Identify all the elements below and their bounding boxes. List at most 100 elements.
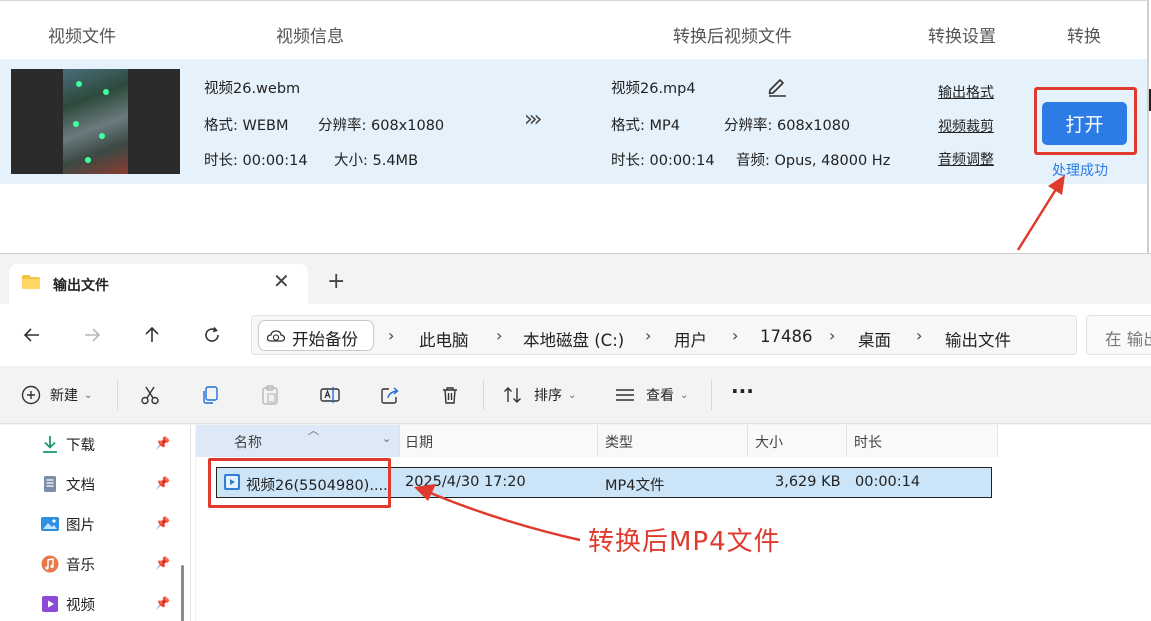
breadcrumb-chevron-icon: › xyxy=(916,326,923,345)
header-convert-settings: 转换设置 xyxy=(928,27,996,47)
new-button[interactable]: 新建 ⌄ xyxy=(20,383,92,407)
toolbar-divider xyxy=(711,380,712,410)
pin-icon[interactable]: 📌 xyxy=(155,516,170,530)
source-resolution: 分辨率: 608x1080 xyxy=(318,118,445,134)
sort-ascending-icon: ︿ xyxy=(308,424,319,437)
up-arrow-icon[interactable] xyxy=(139,322,165,348)
sidebar-item-music[interactable]: 音乐 📌 xyxy=(40,553,170,575)
sort-icon xyxy=(504,387,521,403)
chevron-down-icon[interactable]: ⌄ xyxy=(382,432,391,445)
source-size: 大小: 5.4MB xyxy=(334,153,419,169)
breadcrumb-this-pc[interactable]: 此电脑 xyxy=(419,327,469,351)
breadcrumb-users[interactable]: 用户 xyxy=(674,327,707,351)
column-divider[interactable] xyxy=(597,425,598,457)
sidebar-item-label: 下载 xyxy=(66,437,95,454)
open-button-highlight xyxy=(1034,87,1137,155)
search-input[interactable]: 在 输出 xyxy=(1086,315,1151,355)
breadcrumb-desktop[interactable]: 桌面 xyxy=(858,327,891,351)
video-crop-link[interactable]: 视频裁剪 xyxy=(938,116,994,136)
view-label: 查看 xyxy=(646,388,674,404)
breadcrumb-user-folder[interactable]: 17486 xyxy=(760,327,813,346)
view-button[interactable]: 查看 ⌄ xyxy=(614,383,688,407)
breadcrumb-chevron-icon: › xyxy=(645,326,652,345)
share-icon xyxy=(381,387,399,404)
sidebar-item-videos[interactable]: 视频 📌 xyxy=(40,593,170,615)
delete-button[interactable] xyxy=(439,383,461,407)
tab-output-folder[interactable]: 输出文件 ✕ xyxy=(9,264,308,304)
output-format-link[interactable]: 输出格式 xyxy=(938,82,994,102)
pin-icon[interactable]: 📌 xyxy=(155,596,170,610)
edit-icon[interactable] xyxy=(766,75,788,97)
sort-button[interactable]: 排序 ⌄ xyxy=(502,383,576,407)
sort-label: 排序 xyxy=(534,388,562,404)
sidebar-scrollbar[interactable] xyxy=(181,565,184,621)
column-divider[interactable] xyxy=(846,425,847,457)
column-header-type[interactable]: 类型 xyxy=(605,432,633,452)
annotation-label: 转换后MP4文件 xyxy=(588,527,781,557)
pin-icon[interactable]: 📌 xyxy=(155,436,170,450)
sidebar-item-label: 视频 xyxy=(66,597,95,614)
sidebar-item-downloads[interactable]: 下载 📌 xyxy=(40,433,170,455)
header-video-info: 视频信息 xyxy=(276,27,344,47)
video-thumbnail[interactable] xyxy=(11,69,180,174)
paste-button[interactable] xyxy=(259,383,281,407)
converter-window: 视频文件 视频信息 转换后视频文件 转换设置 转换 视频26.webm 格式: … xyxy=(0,0,1151,255)
column-header-row: ︿ 名称 ⌄ 日期 类型 大小 时长 xyxy=(196,424,998,457)
sidebar-item-documents[interactable]: 文档 📌 xyxy=(40,473,170,495)
chevron-down-icon: ⌄ xyxy=(680,389,689,401)
thumbnail-frame xyxy=(63,69,128,174)
column-header-duration[interactable]: 时长 xyxy=(854,432,882,452)
more-options-icon[interactable]: ··· xyxy=(731,379,754,403)
column-divider[interactable] xyxy=(399,425,400,457)
search-placeholder: 在 输出 xyxy=(1105,330,1151,349)
cut-button[interactable] xyxy=(139,383,161,407)
source-format: 格式: WEBM xyxy=(204,118,289,134)
breadcrumb-chevron-icon: › xyxy=(732,326,739,345)
column-divider[interactable] xyxy=(997,425,998,457)
breadcrumb-output-folder[interactable]: 输出文件 xyxy=(945,327,1011,351)
sidebar-item-label: 图片 xyxy=(66,517,95,534)
address-bar[interactable]: 开始备份 › 此电脑 › 本地磁盘 (C:) › 用户 › 17486 › 桌面… xyxy=(251,315,1077,355)
scissors-icon xyxy=(141,386,159,405)
copy-icon xyxy=(203,386,218,404)
converter-top-border xyxy=(0,0,1148,4)
forward-arrow-icon[interactable] xyxy=(79,322,105,348)
back-arrow-icon[interactable] xyxy=(19,322,45,348)
file-explorer-window: 输出文件 ✕ + 开始备份 › 此电脑 › 本地磁盘 (C:) › 用户 › 1… xyxy=(0,253,1151,621)
picture-icon xyxy=(41,517,59,531)
pin-icon[interactable]: 📌 xyxy=(155,556,170,570)
output-audio: 音频: Opus, 48000 Hz xyxy=(736,153,891,169)
toolbar-divider xyxy=(483,380,484,410)
share-button[interactable] xyxy=(379,383,401,407)
breadcrumb-local-disk[interactable]: 本地磁盘 (C:) xyxy=(523,327,624,351)
column-name-label: 名称 xyxy=(234,435,262,451)
close-icon[interactable]: ✕ xyxy=(273,269,290,293)
file-type: MP4文件 xyxy=(605,478,665,494)
cloud-backup-icon xyxy=(267,330,285,342)
column-header-name[interactable] xyxy=(196,425,399,457)
copy-button[interactable] xyxy=(199,383,221,407)
column-header-date[interactable]: 日期 xyxy=(405,432,433,452)
status-success: 处理成功 xyxy=(1052,163,1108,179)
audio-adjust-link[interactable]: 音频调整 xyxy=(938,149,994,169)
output-duration: 时长: 00:00:14 xyxy=(611,153,715,169)
output-filename: 视频26.mp4 xyxy=(611,81,696,97)
pin-icon[interactable]: 📌 xyxy=(155,476,170,490)
document-icon xyxy=(44,476,56,492)
conversion-row[interactable]: 视频26.webm 格式: WEBM 分辨率: 608x1080 时长: 00:… xyxy=(0,59,1147,184)
column-divider[interactable] xyxy=(747,425,748,457)
start-backup-button[interactable]: 开始备份 xyxy=(258,320,374,351)
navigation-bar: 开始备份 › 此电脑 › 本地磁盘 (C:) › 用户 › 17486 › 桌面… xyxy=(0,304,1151,366)
pane-divider[interactable] xyxy=(190,425,191,621)
convert-arrow-icon: ››› xyxy=(524,107,543,132)
column-header-size[interactable]: 大小 xyxy=(755,432,783,452)
refresh-icon[interactable] xyxy=(199,322,225,348)
chevron-down-icon: ⌄ xyxy=(568,389,577,401)
sidebar-item-pictures[interactable]: 图片 📌 xyxy=(40,513,170,535)
rename-button[interactable] xyxy=(319,383,341,407)
output-resolution: 分辨率: 608x1080 xyxy=(724,118,851,134)
plus-circle-icon xyxy=(21,385,41,405)
toolbar-divider xyxy=(117,380,118,410)
new-tab-button[interactable]: + xyxy=(327,271,345,293)
file-duration: 00:00:14 xyxy=(855,474,921,490)
